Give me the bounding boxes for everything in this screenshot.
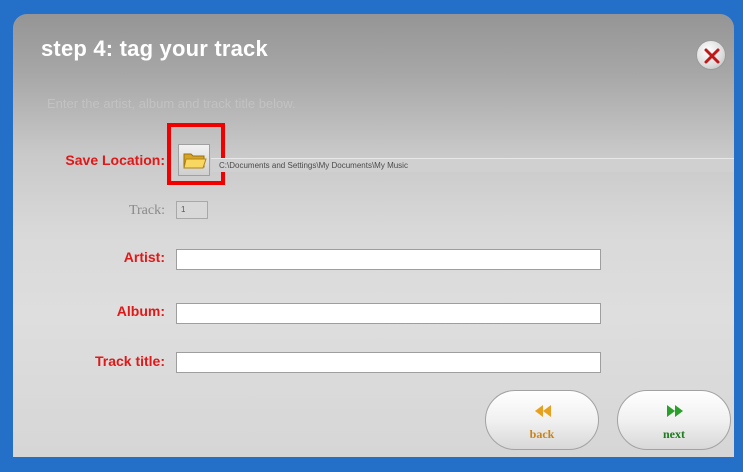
back-button[interactable]: back	[485, 390, 599, 450]
next-label: next	[663, 427, 685, 441]
track-title-input[interactable]	[176, 352, 601, 373]
close-button[interactable]	[696, 40, 726, 70]
dialog-instructions: Enter the artist, album and track title …	[47, 96, 296, 111]
track-number-label: Track:	[128, 203, 165, 218]
folder-icon	[183, 153, 207, 169]
artist-label: Artist:	[123, 249, 165, 265]
close-icon	[704, 48, 720, 64]
fast-forward-icon	[667, 405, 683, 417]
back-label: back	[529, 427, 555, 441]
next-button[interactable]: next	[617, 390, 731, 450]
track-title-label: Track title:	[94, 353, 165, 369]
artist-input[interactable]	[176, 249, 601, 270]
browse-folder-button[interactable]	[178, 144, 210, 176]
album-input[interactable]	[176, 303, 601, 324]
dialog-title: step 4: tag your track	[41, 36, 268, 61]
tag-track-dialog: step 4: tag your track Enter the artist,…	[13, 14, 734, 457]
save-location-label: Save Location:	[65, 152, 165, 168]
rewind-icon	[535, 405, 551, 417]
track-number-field[interactable]: 1	[176, 201, 208, 219]
album-label: Album:	[116, 303, 165, 319]
save-location-path[interactable]: C:\Documents and Settings\My Documents\M…	[211, 158, 734, 172]
